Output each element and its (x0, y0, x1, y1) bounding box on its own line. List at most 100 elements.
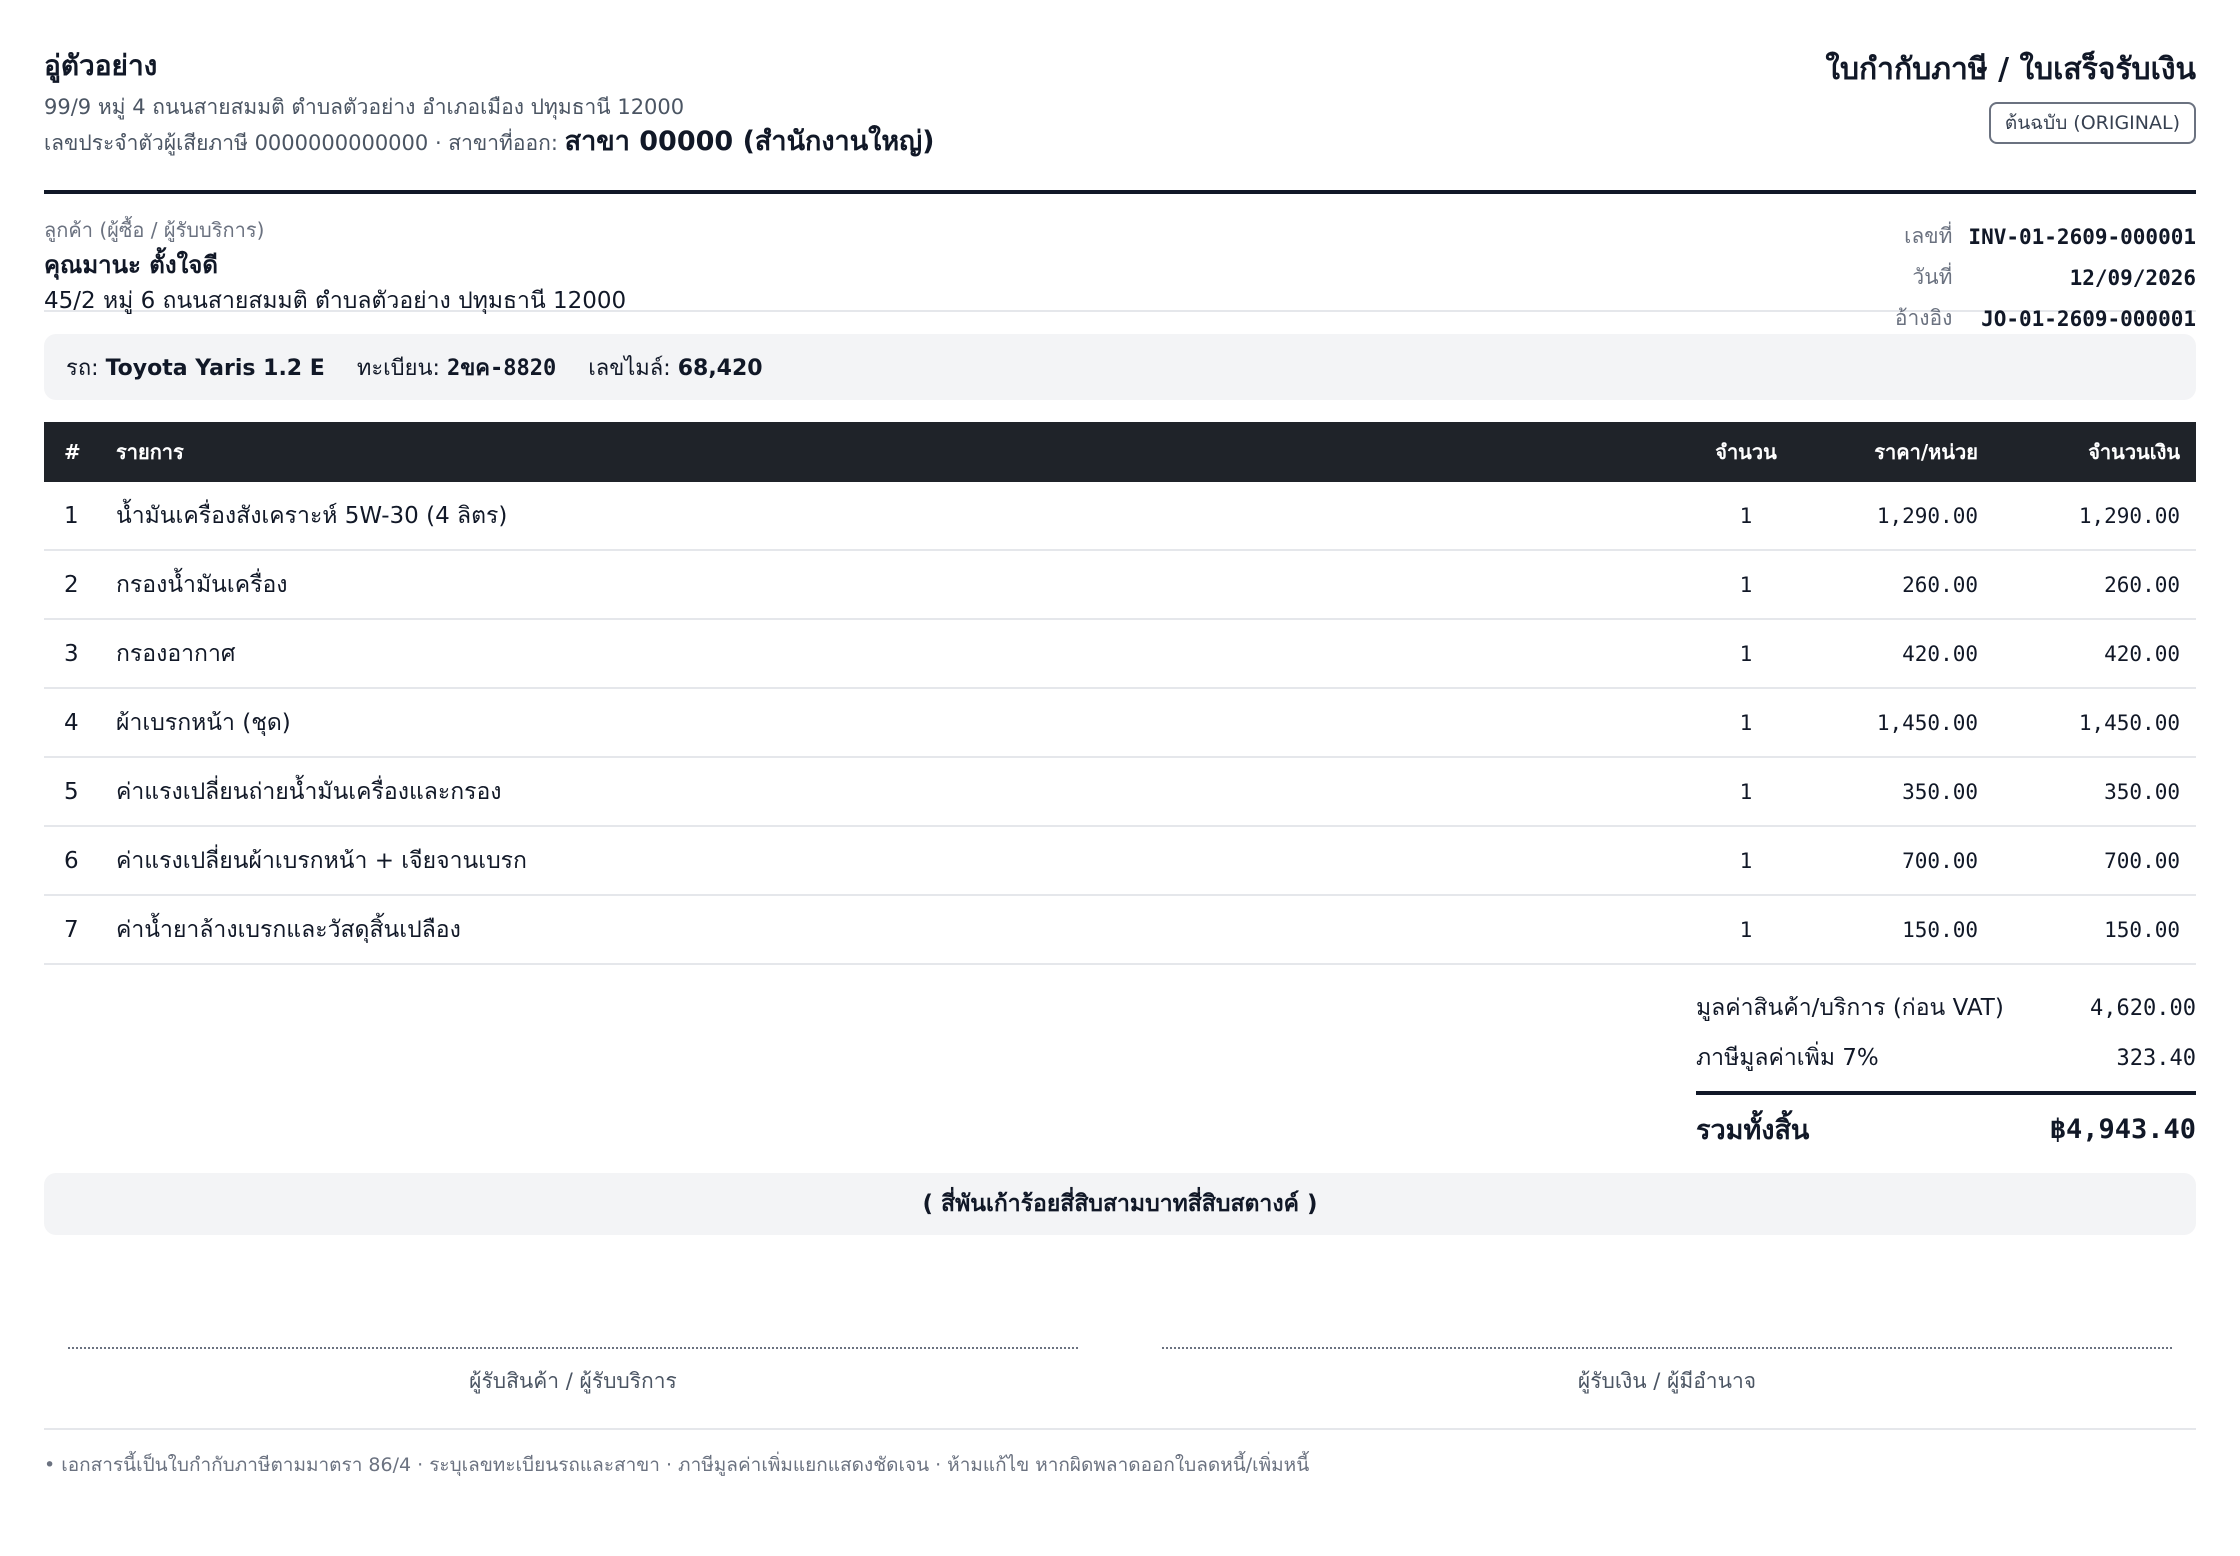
collector-signature-label: ผู้รับเงิน / ผู้มีอำนาจ (1577, 1369, 1757, 1393)
row-amount: 150.00 (1994, 895, 2196, 965)
row-qty: 1 (1680, 619, 1812, 689)
shop-name: อู่ตัวอย่าง (44, 49, 158, 82)
col-header-amount: จำนวนเงิน (2088, 440, 2180, 464)
row-price: 260.00 (1812, 550, 1994, 620)
row-item: ค่าแรงเปลี่ยนถ่ายน้ำมันเครื่องและกรอง (100, 757, 1680, 827)
receiver-signature: ผู้รับสินค้า / ผู้รับบริการ (68, 1347, 1078, 1398)
row-qty: 1 (1680, 895, 1812, 965)
table-row: 7 ค่าน้ำยาล้างเบรกและวัสดุสิ้นเปลือง 1 1… (44, 895, 2196, 965)
row-no: 4 (44, 688, 100, 758)
table-row: 3 กรองอากาศ 1 420.00 420.00 (44, 619, 2196, 689)
invoice-header: อู่ตัวอย่าง 99/9 หมู่ 4 ถนนสายสมมติ ตำบล… (44, 44, 2196, 190)
totals-block: มูลค่าสินค้า/บริการ (ก่อน VAT) 4,620.00 … (1696, 983, 2196, 1163)
row-amount: 350.00 (1994, 757, 2196, 827)
vehicle-mileage: 68,420 (677, 355, 763, 381)
subtotal-amount: 4,620.00 (2090, 995, 2196, 1021)
row-qty: 1 (1680, 688, 1812, 758)
legal-footnote: • เอกสารนี้เป็นใบกำกับภาษีตามมาตรา 86/4 … (44, 1454, 1310, 1476)
col-header-qty: จำนวน (1715, 440, 1777, 464)
row-amount: 700.00 (1994, 826, 2196, 896)
invoice-number: INV-01-2609-000001 (1968, 224, 2196, 249)
invoice-page: อู่ตัวอย่าง 99/9 หมู่ 4 ถนนสายสมมติ ตำบล… (0, 0, 2240, 1556)
signature-line (1162, 1347, 2172, 1349)
row-price: 150.00 (1812, 895, 1994, 965)
footer-divider (44, 1428, 2196, 1430)
line-items-table: # รายการ จำนวน ราคา/หน่วย จำนวนเงิน 1 น้… (44, 422, 2196, 965)
vehicle-mileage-group: เลขไมล์: 68,420 (588, 350, 762, 385)
row-qty: 1 (1680, 826, 1812, 896)
vat-amount: 323.40 (2116, 1045, 2196, 1071)
shop-branch: สาขา 00000 (สำนักงานใหญ่) (564, 126, 935, 157)
shop-info: อู่ตัวอย่าง 99/9 หมู่ 4 ถนนสายสมมติ ตำบล… (44, 44, 935, 161)
vehicle-model-label: รถ: (66, 355, 99, 381)
row-price: 350.00 (1812, 757, 1994, 827)
row-item: ค่าแรงเปลี่ยนผ้าเบรกหน้า + เจียจานเบรก (100, 826, 1680, 896)
row-amount: 1,450.00 (1994, 688, 2196, 758)
customer-address: 45/2 หมู่ 6 ถนนสายสมมติ ตำบลตัวอย่าง ปทุ… (44, 288, 627, 314)
row-no: 1 (44, 482, 100, 551)
col-header-item: รายการ (116, 440, 184, 464)
row-price: 1,290.00 (1812, 482, 1994, 551)
customer-info: ลูกค้า (ผู้ซื้อ / ผู้รับบริการ) คุณมานะ … (44, 218, 626, 314)
document-title: ใบกำกับภาษี / ใบเสร็จรับเงิน (1825, 52, 2196, 87)
row-no: 3 (44, 619, 100, 689)
collector-signature: ผู้รับเงิน / ผู้มีอำนาจ (1162, 1347, 2172, 1398)
document-meta: เลขที่ INV-01-2609-000001 วันที่ 12/09/2… (1895, 220, 2196, 331)
shop-address: 99/9 หมู่ 4 ถนนสายสมมติ ตำบลตัวอย่าง อำเ… (44, 95, 685, 119)
customer-label: ลูกค้า (ผู้ซื้อ / ผู้รับบริการ) (44, 218, 265, 242)
row-amount: 260.00 (1994, 550, 2196, 620)
row-no: 7 (44, 895, 100, 965)
col-header-no: # (64, 440, 81, 464)
customer-section: ลูกค้า (ผู้ซื้อ / ผู้รับบริการ) คุณมานะ … (44, 194, 2196, 331)
row-item: ผ้าเบรกหน้า (ชุด) (100, 688, 1680, 758)
shop-tax-id: เลขประจำตัวผู้เสียภาษี 0000000000000 · ส… (44, 131, 558, 155)
vehicle-model: Toyota Yaris 1.2 E (105, 355, 325, 381)
signature-line (68, 1347, 1078, 1349)
table-header: # รายการ จำนวน ราคา/หน่วย จำนวนเงิน (44, 422, 2196, 482)
reference-number: JO-01-2609-000001 (1981, 306, 2196, 331)
vehicle-model-group: รถ: Toyota Yaris 1.2 E (66, 350, 325, 385)
grand-total-amount: ฿4,943.40 (2049, 1113, 2196, 1145)
shop-tax-line: เลขประจำตัวผู้เสียภาษี 0000000000000 · ส… (44, 124, 935, 161)
grand-total-row: รวมทั้งสิ้น ฿4,943.40 (1696, 1091, 2196, 1163)
row-no: 2 (44, 550, 100, 620)
row-item: กรองอากาศ (100, 619, 1680, 689)
invoice-number-label: เลขที่ (1904, 224, 1953, 248)
row-no: 6 (44, 826, 100, 896)
vat-row: ภาษีมูลค่าเพิ่ม 7% 323.40 (1696, 1033, 2196, 1083)
row-qty: 1 (1680, 757, 1812, 827)
document-title-block: ใบกำกับภาษี / ใบเสร็จรับเงิน ต้นฉบับ (OR… (1825, 44, 2196, 144)
subtotal-label: มูลค่าสินค้า/บริการ (ก่อน VAT) (1696, 995, 2004, 1021)
receiver-signature-label: ผู้รับสินค้า / ผู้รับบริการ (469, 1369, 677, 1393)
original-badge: ต้นฉบับ (ORIGINAL) (1988, 102, 2196, 144)
row-item: กรองน้ำมันเครื่อง (100, 550, 1680, 620)
subtotal-row: มูลค่าสินค้า/บริการ (ก่อน VAT) 4,620.00 (1696, 983, 2196, 1033)
vehicle-plate-group: ทะเบียน: 2ขค-8820 (357, 350, 556, 385)
vehicle-info-bar: รถ: Toyota Yaris 1.2 E ทะเบียน: 2ขค-8820… (44, 334, 2196, 400)
row-no: 5 (44, 757, 100, 827)
table-row: 2 กรองน้ำมันเครื่อง 1 260.00 260.00 (44, 550, 2196, 620)
vehicle-plate: 2ขค-8820 (446, 355, 557, 381)
row-qty: 1 (1680, 550, 1812, 620)
row-qty: 1 (1680, 482, 1812, 551)
table-row: 4 ผ้าเบรกหน้า (ชุด) 1 1,450.00 1,450.00 (44, 688, 2196, 758)
row-price: 1,450.00 (1812, 688, 1994, 758)
signature-section: ผู้รับสินค้า / ผู้รับบริการ ผู้รับเงิน /… (44, 1347, 2196, 1398)
invoice-date-label: วันที่ (1912, 265, 1953, 289)
col-header-price: ราคา/หน่วย (1874, 440, 1978, 464)
row-item: ค่าน้ำยาล้างเบรกและวัสดุสิ้นเปลือง (100, 895, 1680, 965)
row-price: 420.00 (1812, 619, 1994, 689)
row-amount: 1,290.00 (1994, 482, 2196, 551)
row-amount: 420.00 (1994, 619, 2196, 689)
table-body: 1 น้ำมันเครื่องสังเคราะห์ 5W-30 (4 ลิตร)… (44, 482, 2196, 965)
table-header-row: # รายการ จำนวน ราคา/หน่วย จำนวนเงิน (44, 422, 2196, 482)
vehicle-mileage-label: เลขไมล์: (588, 355, 671, 381)
reference-label: อ้างอิง (1894, 306, 1953, 330)
invoice-date: 12/09/2026 (2069, 265, 2196, 290)
vehicle-plate-label: ทะเบียน: (356, 355, 440, 381)
vat-label: ภาษีมูลค่าเพิ่ม 7% (1696, 1045, 1879, 1071)
customer-name: คุณมานะ ตั้งใจดี (44, 251, 218, 279)
row-item: น้ำมันเครื่องสังเคราะห์ 5W-30 (4 ลิตร) (100, 482, 1680, 551)
table-row: 5 ค่าแรงเปลี่ยนถ่ายน้ำมันเครื่องและกรอง … (44, 757, 2196, 827)
grand-total-label: รวมทั้งสิ้น (1696, 1114, 1810, 1146)
